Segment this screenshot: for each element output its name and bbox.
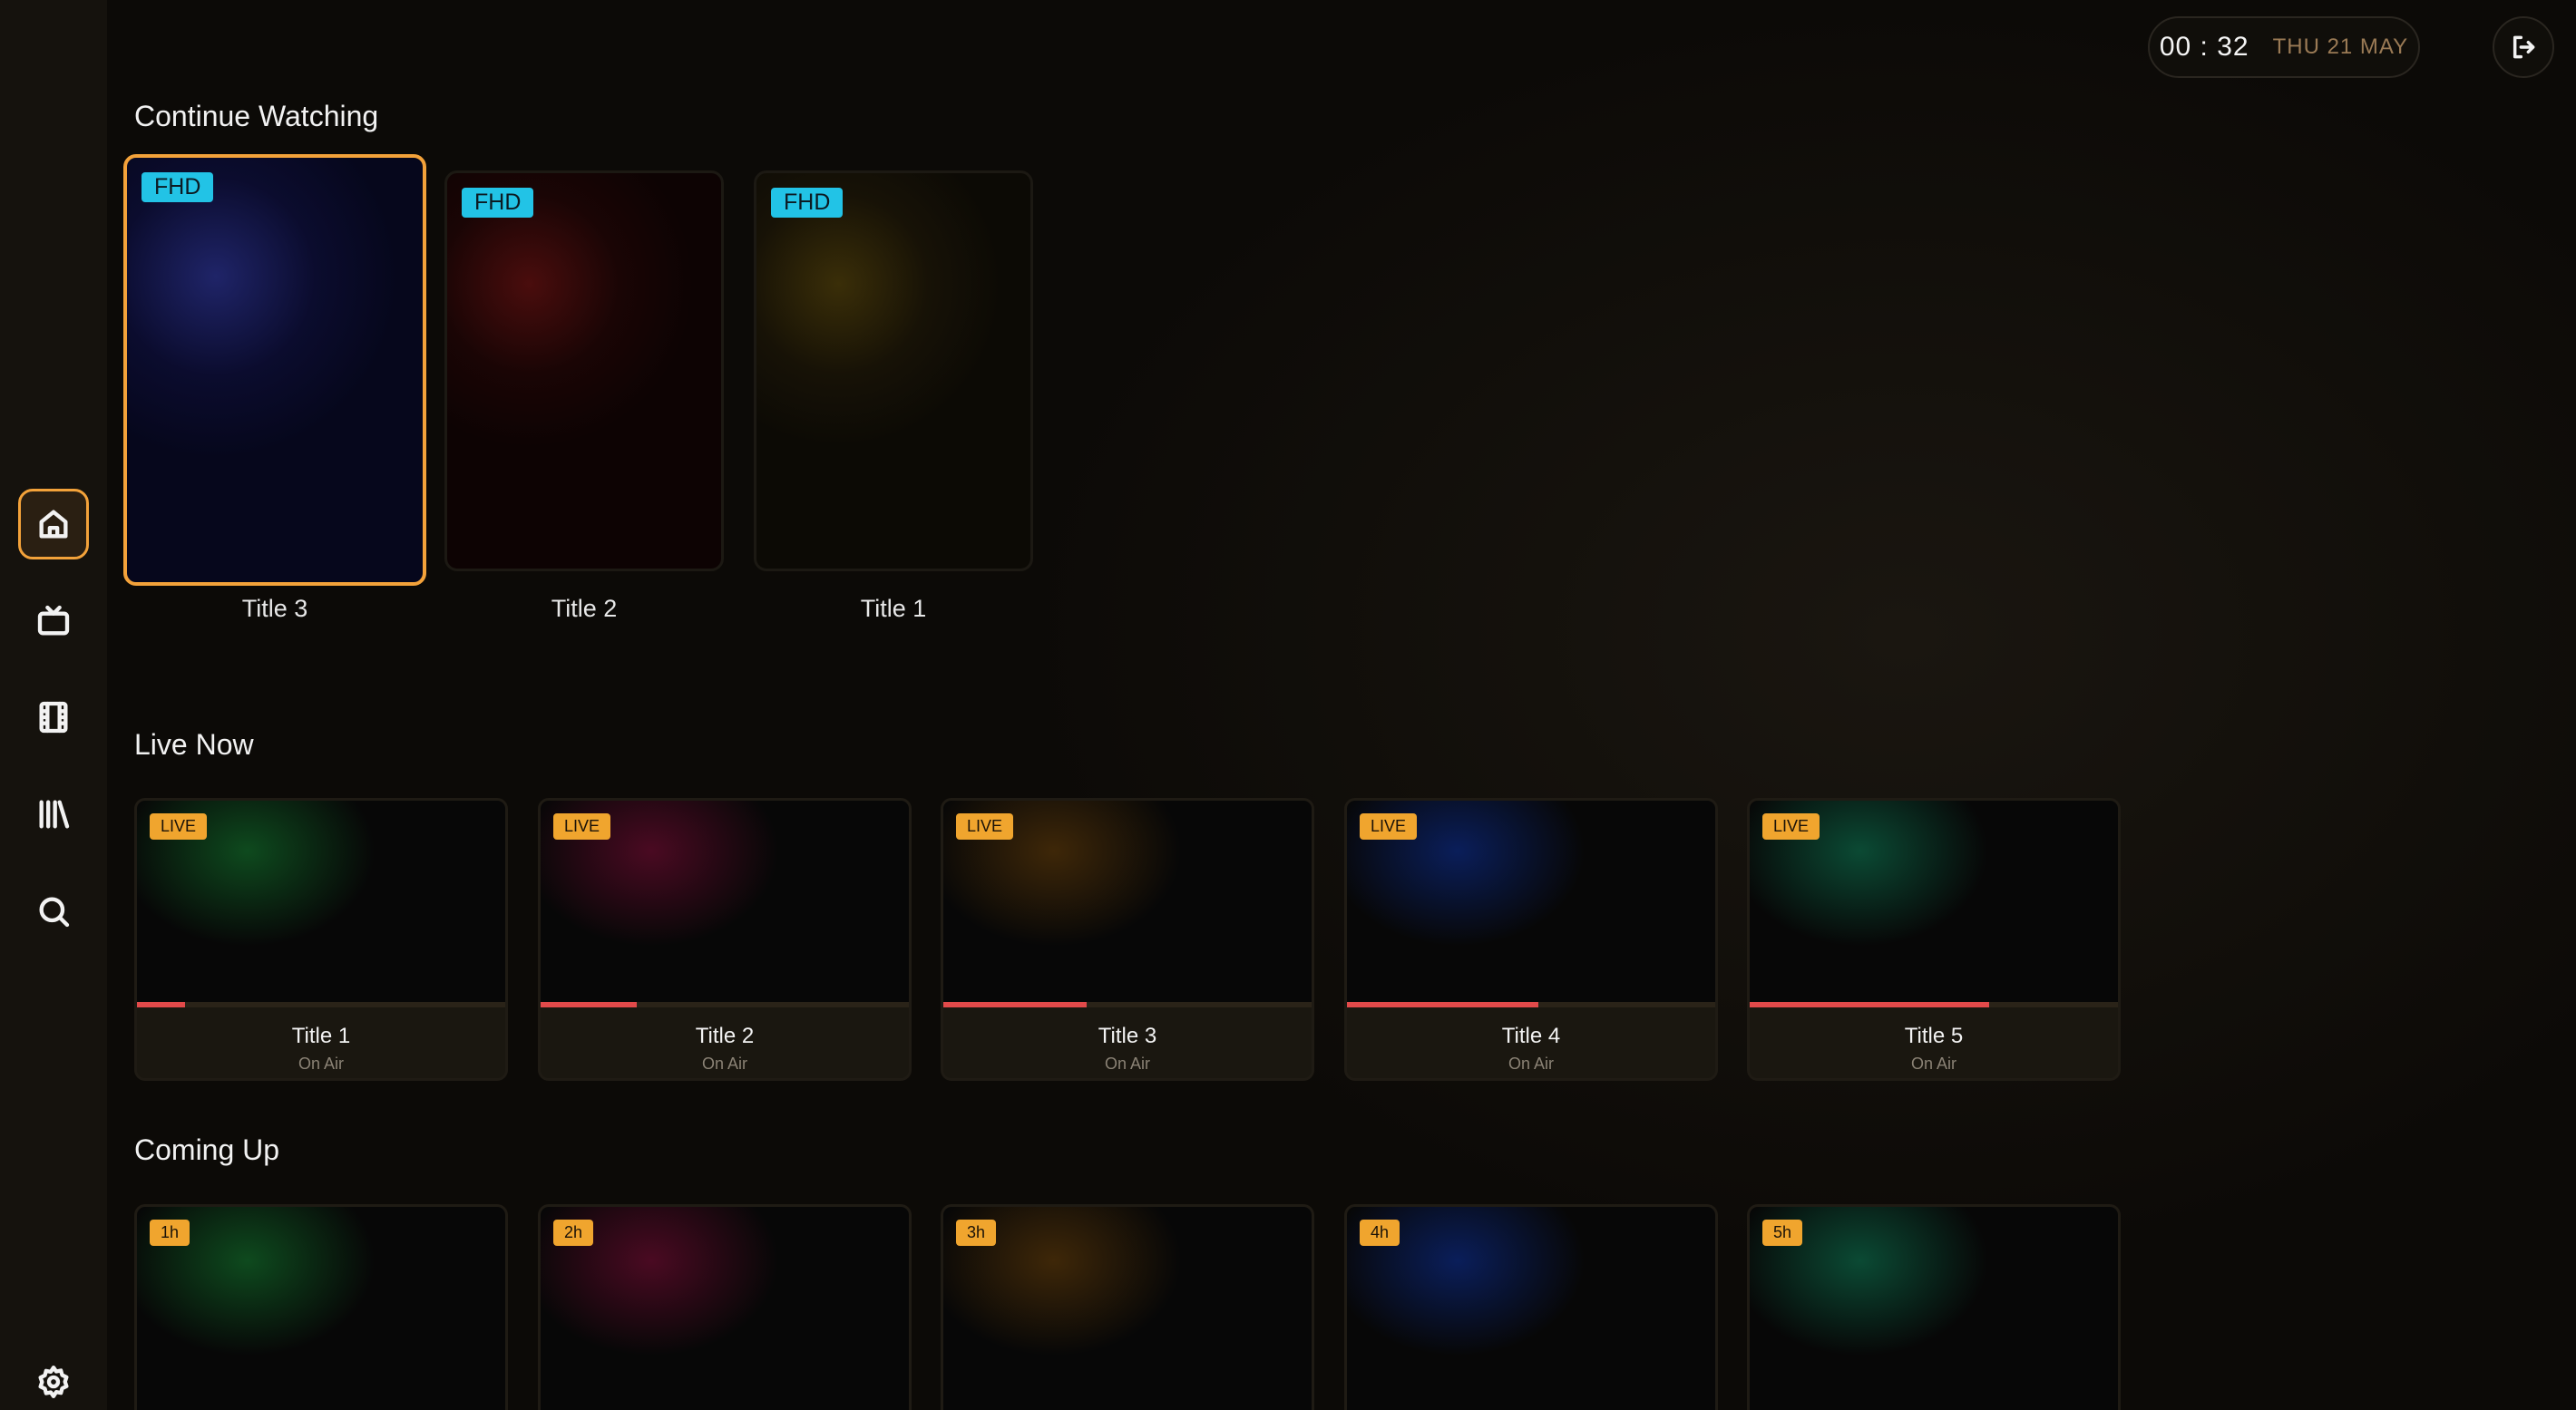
search-icon bbox=[39, 897, 70, 928]
live-card[interactable]: LIVE Title 3 On Air bbox=[941, 798, 1314, 1081]
sidebar-item-settings[interactable] bbox=[18, 1347, 89, 1410]
live-progress-fill bbox=[1347, 1002, 1539, 1007]
poster-card-title-1[interactable]: FHD bbox=[754, 170, 1033, 571]
live-title: Title 1 bbox=[291, 1024, 351, 1048]
logout-icon bbox=[2513, 35, 2535, 59]
poster-card-title-3[interactable]: FHD bbox=[123, 154, 426, 586]
live-badge: LIVE bbox=[956, 813, 1014, 840]
live-badge: LIVE bbox=[150, 813, 208, 840]
start-time-badge: 5h bbox=[1762, 1220, 1803, 1246]
tv-icon bbox=[37, 605, 70, 636]
live-progress-bar bbox=[541, 1002, 909, 1007]
live-card[interactable]: LIVE Title 2 On Air bbox=[538, 798, 912, 1081]
poster-card-title-2[interactable]: FHD bbox=[444, 170, 724, 571]
live-status: On Air bbox=[1104, 1055, 1151, 1073]
home-icon bbox=[39, 510, 68, 539]
coming-up-card[interactable]: 1h bbox=[134, 1204, 508, 1410]
section-title-coming-up: Coming Up bbox=[134, 1133, 280, 1166]
start-time-badge: 3h bbox=[956, 1220, 997, 1246]
sidebar-item-movies[interactable] bbox=[18, 682, 89, 753]
live-card[interactable]: LIVE Title 5 On Air bbox=[1747, 798, 2121, 1081]
sidebar-item-library[interactable] bbox=[18, 779, 89, 850]
poster-title: Title 2 bbox=[551, 595, 618, 622]
live-progress-fill bbox=[1750, 1002, 1989, 1007]
live-progress-bar bbox=[1347, 1002, 1715, 1007]
logout-button[interactable] bbox=[2493, 16, 2554, 78]
clock-display: 00 : 32 THU 21 MAY bbox=[2148, 16, 2420, 78]
quality-badge: FHD bbox=[771, 188, 844, 218]
section-title-continue-watching: Continue Watching bbox=[134, 100, 379, 132]
live-status: On Air bbox=[298, 1055, 345, 1073]
library-icon bbox=[39, 800, 70, 829]
live-card[interactable]: LIVE Title 1 On Air bbox=[134, 798, 508, 1081]
live-title: Title 3 bbox=[1098, 1024, 1157, 1048]
live-progress-bar bbox=[1750, 1002, 2118, 1007]
gear-icon bbox=[38, 1366, 69, 1398]
film-icon bbox=[39, 701, 68, 734]
live-title: Title 2 bbox=[695, 1024, 755, 1048]
live-status: On Air bbox=[1910, 1055, 1957, 1073]
live-progress-bar bbox=[943, 1002, 1312, 1007]
section-title-live-now: Live Now bbox=[134, 728, 254, 761]
sidebar bbox=[0, 0, 107, 1410]
poster-title: Title 3 bbox=[241, 595, 308, 622]
coming-up-card[interactable]: 3h bbox=[941, 1204, 1314, 1410]
live-title: Title 5 bbox=[1904, 1024, 1964, 1048]
sidebar-item-search[interactable] bbox=[18, 876, 89, 947]
coming-up-card[interactable]: 4h bbox=[1344, 1204, 1718, 1410]
sidebar-item-home[interactable] bbox=[18, 489, 89, 559]
live-progress-fill bbox=[541, 1002, 637, 1007]
live-badge: LIVE bbox=[1762, 813, 1820, 840]
start-time-badge: 4h bbox=[1360, 1220, 1400, 1246]
live-badge: LIVE bbox=[553, 813, 611, 840]
live-progress-fill bbox=[137, 1002, 185, 1007]
live-status: On Air bbox=[701, 1055, 748, 1073]
live-progress-fill bbox=[943, 1002, 1088, 1007]
coming-up-card[interactable]: 2h bbox=[538, 1204, 912, 1410]
quality-badge: FHD bbox=[141, 172, 214, 202]
quality-badge: FHD bbox=[462, 188, 534, 218]
live-card[interactable]: LIVE Title 4 On Air bbox=[1344, 798, 1718, 1081]
coming-up-card[interactable]: 5h bbox=[1747, 1204, 2121, 1410]
start-time-badge: 2h bbox=[553, 1220, 594, 1246]
live-progress-bar bbox=[137, 1002, 505, 1007]
live-status: On Air bbox=[1508, 1055, 1555, 1073]
live-badge: LIVE bbox=[1360, 813, 1418, 840]
start-time-badge: 1h bbox=[150, 1220, 190, 1246]
clock-date: THU 21 MAY bbox=[2272, 34, 2409, 59]
live-title: Title 4 bbox=[1501, 1024, 1561, 1048]
clock-time: 00 : 32 bbox=[2159, 32, 2249, 62]
poster-title: Title 1 bbox=[860, 595, 927, 622]
sidebar-item-live-tv[interactable] bbox=[18, 586, 89, 656]
